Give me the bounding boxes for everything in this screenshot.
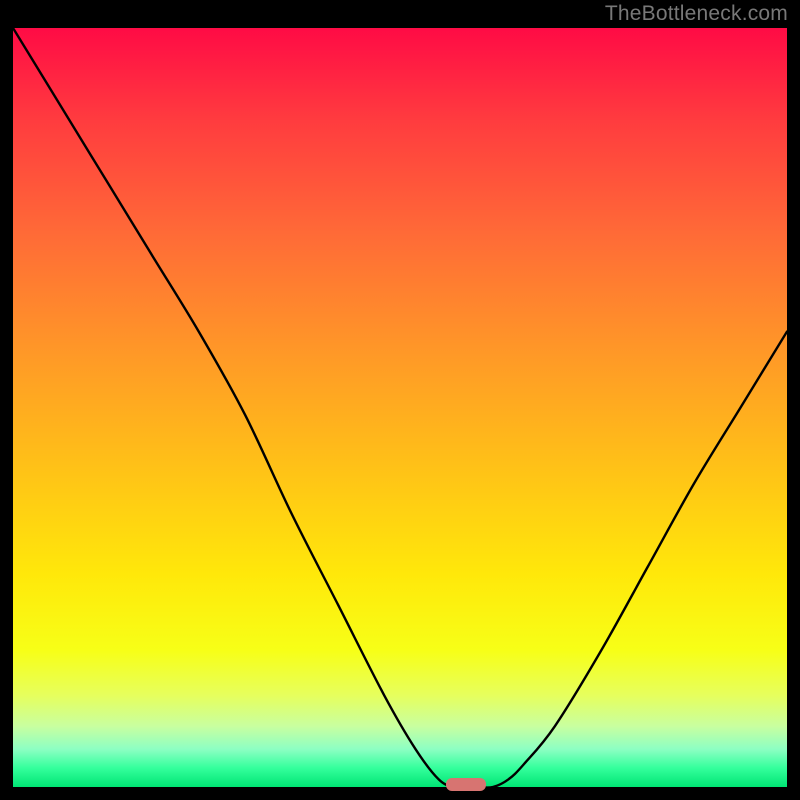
plot-area [13,28,787,787]
watermark-text: TheBottleneck.com [605,2,788,26]
optimal-marker [446,778,486,791]
bottleneck-curve [13,28,787,787]
chart-frame: TheBottleneck.com [0,0,800,800]
